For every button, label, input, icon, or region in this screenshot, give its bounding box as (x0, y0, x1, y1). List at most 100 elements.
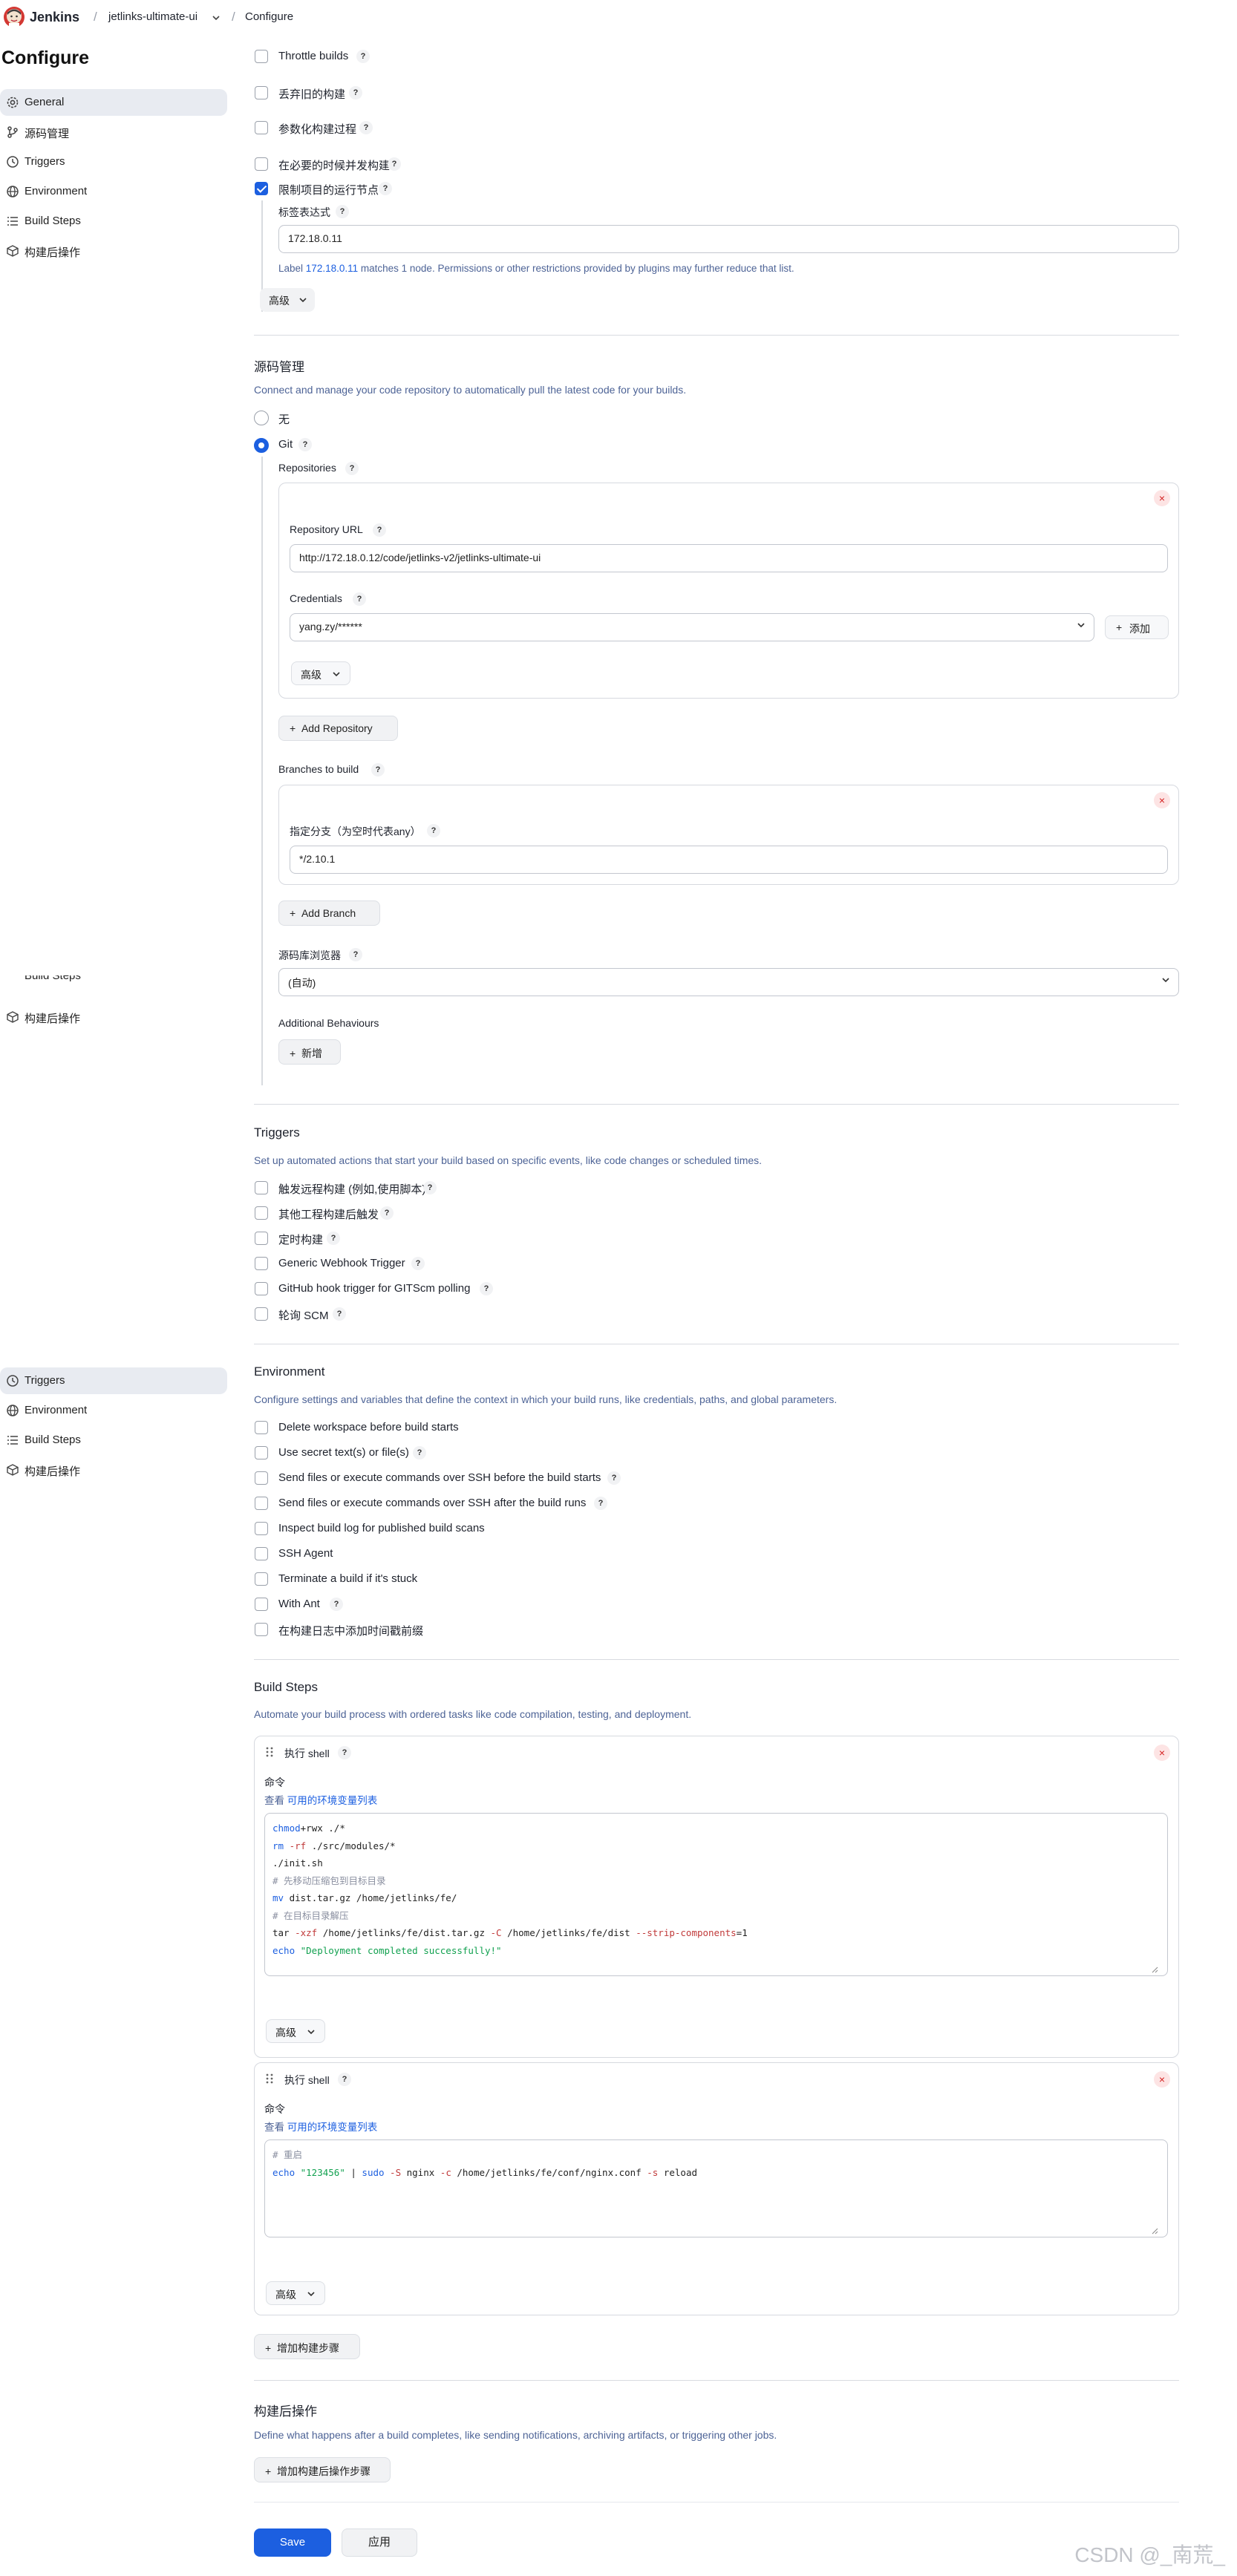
close-icon[interactable]: × (1154, 490, 1170, 506)
poll-scm-checkbox[interactable] (255, 1307, 268, 1321)
sidebar-item-environment[interactable]: Environment (0, 1397, 227, 1424)
help-icon[interactable]: ? (345, 462, 359, 475)
sidebar-ghost-build-steps: Build Steps (25, 975, 81, 982)
advanced-button[interactable]: 高级 (266, 2281, 325, 2305)
sidebar-item-build-steps[interactable]: Build Steps (0, 208, 227, 235)
label-expression-input[interactable]: 172.18.0.11 (278, 225, 1179, 253)
add-behaviour-button[interactable]: + 新增 (278, 1039, 341, 1065)
help-icon[interactable]: ? (411, 1257, 425, 1270)
command-editor[interactable]: chmod+rwx ./* rm -rf ./src/modules/* ./ini… (264, 1813, 1168, 1976)
breadcrumb-job[interactable]: jetlinks-ultimate-ui (108, 10, 198, 23)
repository-browser-select[interactable]: (自动) (278, 968, 1179, 996)
add-repository-button[interactable]: + Add Repository (278, 716, 398, 741)
help-icon[interactable]: ? (594, 1497, 607, 1510)
breadcrumb-separator: / (232, 10, 235, 24)
throttle-builds-checkbox[interactable] (255, 50, 268, 63)
option-label: 轮询 SCM (278, 1310, 329, 1322)
option-label: 在必要的时候并发构建 (278, 160, 391, 172)
help-icon[interactable]: ? (330, 1598, 343, 1611)
advanced-button[interactable]: 高级 (291, 661, 350, 685)
help-icon[interactable]: ? (338, 2073, 351, 2086)
ssh-agent-checkbox[interactable] (255, 1547, 268, 1560)
sidebar-item-build-steps[interactable]: Build Steps (0, 1427, 227, 1454)
remote-trigger-checkbox[interactable] (255, 1181, 268, 1194)
inspect-build-log-checkbox[interactable] (255, 1522, 268, 1535)
sidebar-item-general[interactable]: General (0, 89, 227, 116)
help-icon[interactable]: ? (423, 1181, 437, 1194)
repository-url-input[interactable]: http://172.18.0.12/code/jetlinks-v2/jetl… (290, 544, 1168, 572)
add-build-step-button[interactable]: + 增加构建步骤 (254, 2334, 360, 2359)
github-hook-checkbox[interactable] (255, 1282, 268, 1295)
resize-handle-icon[interactable] (1151, 2227, 1158, 2235)
help-icon[interactable]: ? (359, 121, 373, 134)
help-icon[interactable]: ? (333, 1307, 346, 1321)
help-icon[interactable]: ? (607, 1471, 621, 1485)
resize-handle-icon[interactable] (1151, 1966, 1158, 1973)
help-icon[interactable]: ? (327, 1232, 340, 1245)
sidebar-item-scm[interactable]: 源码管理 (0, 119, 227, 146)
discard-old-builds-checkbox[interactable] (255, 86, 268, 99)
ssh-after-build-checkbox[interactable] (255, 1497, 268, 1510)
help-icon[interactable]: ? (380, 1206, 394, 1220)
help-icon[interactable]: ? (349, 86, 362, 99)
sidebar-item-post-build[interactable]: 构建后操作 (0, 1004, 227, 1030)
save-button[interactable]: Save (254, 2528, 331, 2557)
sidebar-item-environment[interactable]: Environment (0, 178, 227, 205)
parameterized-build-checkbox[interactable] (255, 121, 268, 134)
timestamp-checkbox[interactable] (255, 1623, 268, 1636)
scm-git-radio[interactable] (254, 438, 269, 453)
credentials-select[interactable]: yang.zy/****** (290, 613, 1094, 641)
apply-button[interactable]: 应用 (342, 2528, 417, 2557)
code-line: rm -rf ./src/modules/* (272, 1840, 396, 1851)
branch-spec-input[interactable]: */2.10.1 (290, 846, 1168, 874)
concurrent-build-checkbox[interactable] (255, 157, 268, 171)
help-icon[interactable]: ? (413, 1446, 426, 1459)
help-icon[interactable]: ? (427, 824, 440, 837)
close-icon[interactable]: × (1154, 1745, 1170, 1761)
advanced-button[interactable]: 高级 (260, 288, 315, 312)
chevron-down-icon[interactable] (211, 13, 221, 23)
sidebar-item-triggers[interactable]: Triggers (0, 148, 227, 175)
advanced-button[interactable]: 高级 (266, 2019, 325, 2043)
sidebar-item-post-build[interactable]: 构建后操作 (0, 1457, 227, 1483)
jenkins-logo[interactable] (3, 6, 25, 28)
command-editor[interactable]: # 重启 echo "123456" | sudo -S nginx -c /ho… (264, 2139, 1168, 2237)
ssh-before-build-checkbox[interactable] (255, 1471, 268, 1485)
help-icon[interactable]: ? (379, 182, 392, 195)
help-icon[interactable]: ? (480, 1282, 493, 1295)
label-link[interactable]: 172.18.0.11 (306, 263, 358, 274)
breadcrumb-configure[interactable]: Configure (245, 10, 293, 23)
sidebar-item-triggers[interactable]: Triggers (0, 1367, 227, 1394)
add-post-build-step-button[interactable]: + 增加构建后操作步骤 (254, 2457, 391, 2482)
help-icon[interactable]: ? (356, 50, 370, 63)
drag-handle-icon[interactable] (266, 2073, 273, 2085)
code-line: chmod+rwx ./* (272, 1823, 345, 1834)
env-vars-link[interactable]: 可用的环境变量列表 (287, 2122, 378, 2133)
jenkins-brand[interactable]: Jenkins (30, 10, 79, 25)
secret-text-checkbox[interactable] (255, 1446, 268, 1459)
generic-webhook-checkbox[interactable] (255, 1257, 268, 1270)
sidebar-item-post-build[interactable]: 构建后操作 (0, 238, 227, 264)
close-icon[interactable]: × (1154, 792, 1170, 808)
drag-handle-icon[interactable] (266, 1746, 273, 1758)
add-credentials-button[interactable]: + 添加 (1105, 615, 1169, 639)
help-icon[interactable]: ? (338, 1746, 351, 1759)
help-icon[interactable]: ? (349, 948, 362, 961)
terminate-stuck-checkbox[interactable] (255, 1572, 268, 1586)
help-icon[interactable]: ? (298, 438, 312, 451)
delete-workspace-checkbox[interactable] (255, 1421, 268, 1434)
help-icon[interactable]: ? (371, 763, 385, 777)
with-ant-checkbox[interactable] (255, 1598, 268, 1611)
help-icon[interactable]: ? (388, 157, 401, 171)
env-vars-link[interactable]: 可用的环境变量列表 (287, 1795, 378, 1806)
section-title-post-build: 构建后操作 (254, 2405, 317, 2419)
add-branch-button[interactable]: + Add Branch (278, 900, 380, 926)
scm-none-radio[interactable] (254, 411, 269, 425)
help-icon[interactable]: ? (373, 523, 386, 537)
scheduled-build-checkbox[interactable] (255, 1232, 268, 1245)
close-icon[interactable]: × (1154, 2071, 1170, 2088)
build-after-other-checkbox[interactable] (255, 1206, 268, 1220)
restrict-node-checkbox[interactable] (255, 182, 268, 195)
help-icon[interactable]: ? (353, 592, 366, 606)
help-icon[interactable]: ? (336, 205, 349, 218)
